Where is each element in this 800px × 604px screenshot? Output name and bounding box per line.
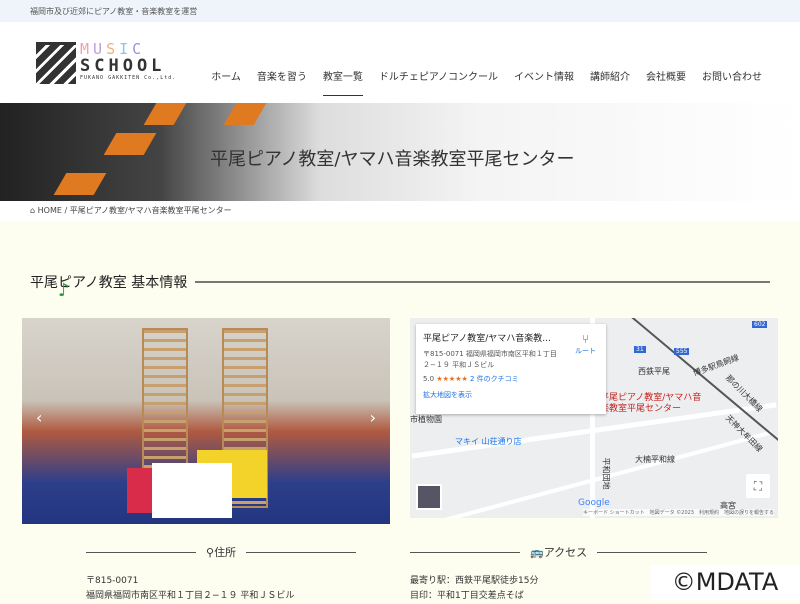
main-nav: ホーム 音楽を習う 教室一覧 ドルチェピアノコンクール イベント情報 講師紹介 … (211, 68, 762, 96)
map-railway (620, 318, 778, 451)
hero-banner: 平尾ピアノ教室/ヤマハ音楽教室平尾センター (0, 103, 800, 201)
site-logo[interactable]: MUSIC SCHOOL FUKANO GAKKITEN Co.,Ltd. (36, 42, 176, 84)
route-shield: 555 (674, 348, 690, 355)
place-name: 平尾ピアノ教室/ヤマハ音楽教... (423, 334, 551, 344)
top-tagline: 福岡市及び近郊にピアノ教室・音楽教室を運営 (0, 0, 800, 22)
nav-contact[interactable]: お問い合わせ (702, 68, 762, 96)
table (152, 463, 232, 518)
route-button[interactable]: ⑂ ルート (575, 332, 596, 356)
logo-mark-icon (36, 42, 76, 84)
nav-home[interactable]: ホーム (211, 68, 241, 96)
google-logo: Google (578, 498, 610, 508)
map-place-card: 平尾ピアノ教室/ヤマハ音楽教... 〒815-0071 福岡県福岡市南区平和１丁… (416, 324, 606, 414)
address-zip: 〒815-0071 (86, 576, 139, 586)
larger-map-link[interactable]: 拡大地図を表示 (423, 390, 599, 400)
access-heading: 🚌アクセス (410, 544, 708, 560)
satellite-toggle[interactable] (416, 484, 442, 510)
piano-key (53, 173, 107, 195)
address-line: 福岡県福岡市南区平和１丁目２−１９ 平和ＪＳビル (86, 591, 295, 601)
fullscreen-icon[interactable]: ⛶ (746, 474, 770, 498)
divider (195, 281, 770, 283)
google-map[interactable]: 西鉄平尾 博多駅鳥飼線 那の川大橋線 天神大牟田線 市植物園 マキイ 山荘通り店… (410, 318, 778, 518)
nav-events[interactable]: イベント情報 (514, 68, 574, 96)
nearest-station: 最寄り駅：西鉄平尾駅徒歩15分 (410, 576, 539, 586)
landmark: 目印：平和1丁目交差点そば (410, 591, 524, 601)
nav-learn[interactable]: 音楽を習う (257, 68, 307, 96)
classroom-photo-carousel[interactable]: ‹ › (22, 318, 390, 524)
rating-value: 5.0 (423, 375, 435, 383)
home-icon: ⌂ (30, 206, 36, 215)
map-label: 平和団地 (601, 457, 611, 490)
reviews-link[interactable]: 2 件のクチコミ (470, 375, 519, 383)
bus-icon: 🚌 (530, 546, 544, 559)
map-pin-label: 平尾ピアノ教室/ヤマハ音楽教室平尾センター (600, 393, 702, 414)
prev-arrow-icon[interactable]: ‹ (36, 408, 42, 427)
logo-music: MUSIC (80, 40, 146, 58)
piano-key (223, 103, 267, 125)
section-heading: 平尾ピアノ教室 基本情報 (30, 272, 770, 292)
directions-icon: ⑂ (581, 332, 590, 346)
map-label: マキイ 山荘通り店 (455, 437, 522, 446)
route-shield: 602 (752, 321, 768, 328)
nav-competition[interactable]: ドルチェピアノコンクール (379, 68, 498, 96)
site-header: MUSIC SCHOOL FUKANO GAKKITEN Co.,Ltd. ホー… (0, 22, 800, 103)
route-shield: 31 (634, 346, 646, 353)
piano-key (103, 133, 157, 155)
map-attribution[interactable]: キーボード ショートカット 地図データ ©2023 利用規約 地図の誤りを報告す… (583, 509, 774, 516)
piano-key (143, 103, 187, 125)
location-pin-icon: ⚲ (206, 546, 215, 559)
map-label: 西鉄平尾 (638, 367, 670, 376)
nav-company[interactable]: 会社概要 (646, 68, 686, 96)
breadcrumb: ⌂ HOME / 平尾ピアノ教室/ヤマハ音楽教室平尾センター (0, 201, 800, 221)
logo-sub: FUKANO GAKKITEN Co.,Ltd. (80, 75, 177, 81)
rating-stars: ★★★★★ (436, 375, 468, 383)
breadcrumb-home[interactable]: HOME (38, 206, 62, 215)
breadcrumb-separator: / (64, 206, 68, 215)
page-title: 平尾ピアノ教室/ヤマハ音楽教室平尾センター (210, 149, 575, 170)
music-note-icon: ♪ (58, 280, 70, 301)
logo-school: SCHOOL (80, 56, 166, 76)
watermark: ©MDATA (650, 565, 800, 600)
address-heading: ⚲住所 (86, 544, 357, 560)
section-title: 平尾ピアノ教室 基本情報 (30, 275, 188, 291)
map-label: 市植物園 (410, 415, 442, 424)
next-arrow-icon[interactable]: › (370, 408, 376, 427)
nav-teachers[interactable]: 講師紹介 (590, 68, 630, 96)
nav-classrooms[interactable]: 教室一覧 (322, 68, 363, 96)
place-address: 〒815-0071 福岡県福岡市南区平和１丁目２−１９ 平和ＪＳビル (423, 350, 557, 369)
breadcrumb-current: 平尾ピアノ教室/ヤマハ音楽教室平尾センター (69, 206, 232, 215)
map-label: 大楠平和線 (635, 455, 675, 464)
